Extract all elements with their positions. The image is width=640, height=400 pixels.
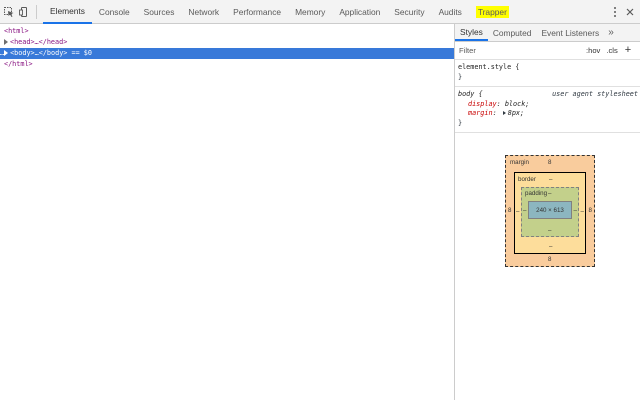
close-icon[interactable] [624, 6, 636, 18]
rule-selector: element.style { [458, 63, 520, 71]
margin-right-value[interactable]: 8 [589, 207, 592, 214]
padding-right-value[interactable]: – [574, 207, 577, 214]
box-model-content[interactable]: 240 × 613 [528, 201, 572, 219]
css-property-value: block; [504, 99, 530, 108]
rule-close-brace: } [458, 118, 463, 127]
tab-label: Audits [438, 6, 462, 17]
box-model-padding[interactable]: padding – – – – 240 × 613 [521, 187, 579, 237]
more-tabs-glyph: » [608, 27, 614, 38]
dom-tree-panel[interactable]: <html> <head>…</head> … <body>…</body> ==… [0, 24, 454, 400]
tab-event-listeners[interactable]: Event Listeners [536, 24, 604, 41]
more-options-icon[interactable] [610, 5, 620, 19]
toolbar-divider [36, 4, 37, 19]
tab-label: Console [98, 6, 130, 17]
border-left-value[interactable]: – [516, 208, 519, 215]
tab-label: Elements [50, 5, 85, 16]
dom-node-html-close[interactable]: </html> [0, 59, 454, 70]
padding-label: padding [525, 190, 548, 197]
expand-shorthand-icon[interactable] [502, 111, 506, 115]
body-ua-rule[interactable]: user agent stylesheet body { display: bl… [455, 87, 640, 133]
inspect-element-icon[interactable] [3, 6, 15, 18]
expand-arrow-icon[interactable] [4, 39, 8, 45]
tab-trapper[interactable]: Trapper [469, 0, 516, 24]
tab-sources[interactable]: Sources [137, 0, 182, 24]
dom-node-html-open[interactable]: <html> [0, 26, 454, 37]
content-size-value[interactable]: 240 × 613 [536, 207, 564, 214]
css-property-value: 8px; [507, 109, 525, 117]
styles-filter-bar: :hov .cls + [455, 42, 640, 60]
styles-filter-input[interactable] [457, 43, 583, 58]
css-property-name: margin [468, 109, 493, 117]
devtools-toolbar: Elements Console Sources Network Perform… [0, 0, 640, 24]
rule-close-brace: } [458, 72, 463, 81]
html-close-tag: </html> [4, 60, 33, 68]
border-right-value[interactable]: – [581, 208, 584, 215]
device-toolbar-icon[interactable] [18, 6, 30, 18]
subtab-label: Computed [492, 27, 532, 38]
expand-arrow-icon[interactable] [4, 50, 9, 56]
css-declaration[interactable]: display: block; [458, 100, 638, 110]
border-label: border [518, 176, 536, 183]
tab-elements[interactable]: Elements [43, 0, 92, 24]
hover-state-button[interactable]: :hov [583, 46, 603, 55]
box-model-border[interactable]: border – – – – padding – – – – 240 × 613 [514, 172, 586, 254]
new-style-rule-button[interactable]: + [621, 45, 635, 56]
toolbar-right-controls [610, 0, 640, 24]
subtab-label: Event Listeners [541, 27, 600, 38]
tab-label: Memory [295, 6, 326, 17]
tab-label: Sources [143, 6, 175, 17]
padding-left-value[interactable]: – [523, 207, 526, 214]
class-toggle-button[interactable]: .cls [603, 46, 620, 55]
padding-top-value[interactable]: – [548, 190, 551, 197]
padding-bottom-value[interactable]: – [548, 227, 551, 234]
body-tag: <body>…</body> [10, 49, 68, 57]
tab-label: Performance [233, 6, 282, 17]
more-tabs-chevron-icon[interactable]: » [604, 24, 618, 41]
css-property-name: display [468, 99, 497, 108]
head-tag: <head>…</head> [10, 38, 68, 46]
rule-source-label: user agent stylesheet [552, 90, 638, 98]
sidebar-tabs: Styles Computed Event Listeners » [455, 24, 640, 42]
box-model-margin[interactable]: margin 8 8 8 8 border – – – – padding – … [505, 155, 595, 267]
dom-node-head[interactable]: <head>…</head> [0, 37, 454, 48]
subtab-label: Styles [460, 26, 483, 37]
tab-memory[interactable]: Memory [288, 0, 332, 24]
tab-computed[interactable]: Computed [488, 24, 537, 41]
border-top-value[interactable]: – [549, 176, 552, 183]
margin-top-value[interactable]: 8 [548, 159, 551, 166]
border-bottom-value[interactable]: – [549, 243, 552, 250]
margin-label: margin [510, 159, 529, 166]
margin-bottom-value[interactable]: 8 [548, 256, 551, 263]
panel-tabs: Elements Console Sources Network Perform… [43, 0, 516, 24]
tab-security[interactable]: Security [387, 0, 431, 24]
html-open-tag: <html> [4, 27, 29, 35]
tab-console[interactable]: Console [92, 0, 137, 24]
tab-audits[interactable]: Audits [432, 0, 469, 24]
tab-label: Security [394, 6, 425, 17]
margin-left-value[interactable]: 8 [508, 207, 511, 214]
element-style-rule[interactable]: element.style { } [455, 60, 640, 87]
tab-label: Application [339, 6, 381, 17]
tab-label: Trapper [475, 5, 509, 18]
console-ref-label: == $0 [67, 49, 92, 57]
css-declaration[interactable]: margin: 8px; [458, 109, 638, 119]
styles-sidebar: Styles Computed Event Listeners » :hov .… [455, 24, 640, 400]
tab-label: Network [188, 6, 220, 17]
tab-styles[interactable]: Styles [455, 24, 488, 41]
tab-network[interactable]: Network [181, 0, 226, 24]
tab-application[interactable]: Application [332, 0, 387, 24]
dom-node-body[interactable]: … <body>…</body> == $0 [0, 48, 454, 59]
tab-performance[interactable]: Performance [226, 0, 288, 24]
